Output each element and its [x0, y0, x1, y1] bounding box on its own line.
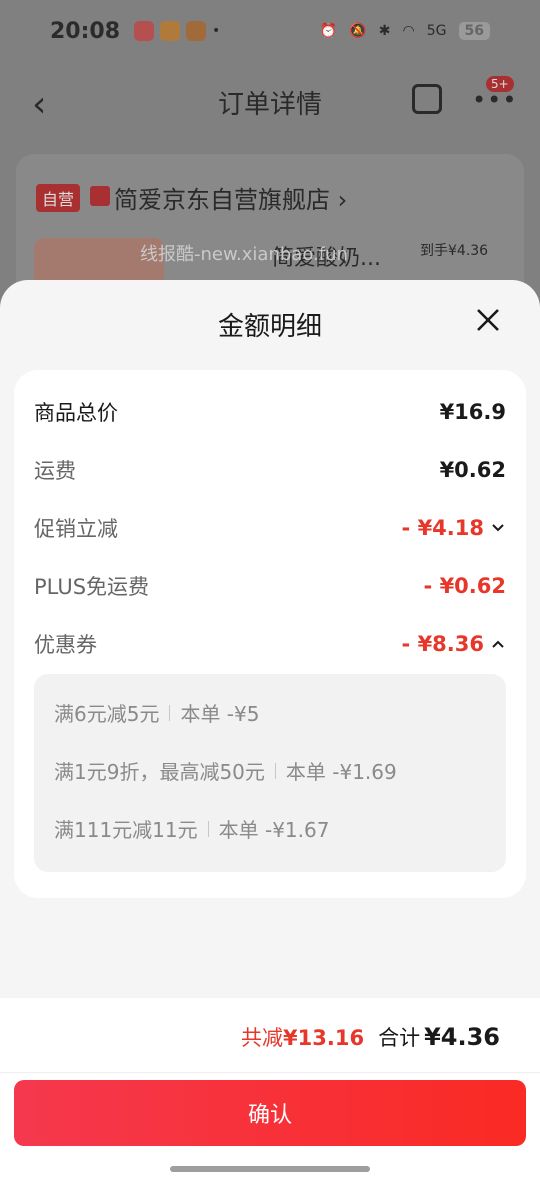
mute-icon: 🔕: [349, 23, 367, 39]
app-notification-icon: [186, 21, 207, 41]
home-indicator[interactable]: [170, 1166, 370, 1172]
coupon-name: 满6元减5元: [54, 702, 160, 726]
confirm-button[interactable]: 确认: [14, 1080, 526, 1146]
row-shipping: 运费 ¥0.62: [34, 450, 506, 490]
coupon-item: 满111元减11元 本单 -¥1.67: [54, 814, 329, 843]
coupon-item: 满1元9折，最高减50元 本单 -¥1.69: [54, 756, 397, 785]
promotion-amount: - ¥4.18: [401, 516, 484, 540]
status-time: 20:08: [50, 18, 121, 44]
coupon-name: 满1元9折，最高减50元: [54, 760, 265, 784]
divider: [169, 704, 171, 721]
more-notifications-dot-icon: •: [212, 23, 221, 39]
row-label: 促销立减: [34, 517, 118, 541]
row-value: ¥0.62: [439, 458, 506, 482]
share-icon[interactable]: [412, 84, 442, 114]
footer-bar: 共减 ¥13.16 合计 ¥4.36 确认: [0, 998, 540, 1186]
app-notification-icon: [160, 21, 181, 41]
row-label: 运费: [34, 459, 76, 483]
saved-value: ¥13.16: [283, 1026, 365, 1050]
store-name-link[interactable]: 简爱京东自营旗舰店 ›: [114, 180, 347, 215]
page-title: 订单详情: [217, 90, 322, 120]
amount-detail-card: 商品总价 ¥16.9 运费 ¥0.62 促销立减 - ¥4.18 PLUS免运费…: [14, 370, 526, 898]
row-promotion[interactable]: 促销立减 - ¥4.18: [34, 508, 506, 548]
alarm-icon: ⏰: [319, 23, 338, 39]
row-value: ¥16.9: [439, 400, 506, 424]
saved-label: 共减: [241, 1026, 284, 1050]
total-summary: 共减 ¥13.16 合计 ¥4.36: [241, 1022, 500, 1052]
close-icon[interactable]: [470, 302, 506, 338]
wifi-icon: ◠: [402, 23, 415, 39]
row-plus-free-shipping: PLUS免运费 - ¥0.62: [34, 566, 506, 606]
divider: [0, 1072, 540, 1073]
coupon-name: 满111元减11元: [54, 818, 198, 842]
row-coupon[interactable]: 优惠券 - ¥8.36: [34, 624, 506, 664]
row-label: PLUS免运费: [34, 575, 150, 599]
status-bar: 20:08 • ⏰ 🔕 ✱ ◠ 5G 56: [0, 0, 540, 62]
status-app-icons: •: [134, 21, 220, 41]
row-label: 优惠券: [34, 633, 97, 657]
app-notification-icon: [134, 21, 155, 41]
coupon-deduction: 本单 -¥1.69: [285, 760, 397, 784]
row-value: - ¥0.62: [423, 574, 506, 598]
coupon-amount: - ¥8.36: [401, 632, 484, 656]
network-label: 5G: [426, 23, 447, 39]
status-indicators: ⏰ 🔕 ✱ ◠ 5G 56: [320, 22, 490, 40]
chevron-down-icon[interactable]: [490, 520, 506, 536]
sheet-title: 金额明细: [217, 312, 322, 342]
divider: [207, 820, 209, 837]
coupon-deduction: 本单 -¥5: [180, 702, 260, 726]
row-value: - ¥4.18: [402, 516, 506, 540]
watermark-text: 线报酷-new.xianbao.fun: [140, 244, 348, 265]
self-operated-tag: 自营: [36, 184, 81, 212]
nav-bar: ‹ 订单详情 ••• 5+: [0, 62, 540, 142]
row-value: - ¥8.36: [402, 632, 506, 656]
sum-label: 合计: [378, 1026, 421, 1050]
bluetooth-icon: ✱: [378, 23, 391, 39]
message-badge: 5+: [486, 76, 514, 92]
row-goods-total: 商品总价 ¥16.9: [34, 392, 506, 432]
row-label: 商品总价: [34, 401, 118, 425]
chevron-up-icon[interactable]: [490, 636, 506, 652]
coupon-item: 满6元减5元 本单 -¥5: [54, 698, 259, 727]
arrive-price: 到手¥4.36: [420, 243, 489, 259]
divider: [274, 762, 276, 779]
coupon-detail-box: 满6元减5元 本单 -¥5 满1元9折，最高减50元 本单 -¥1.69 满11…: [34, 674, 506, 872]
store-logo-icon: [90, 186, 110, 206]
battery-indicator: 56: [458, 22, 490, 40]
sum-value: ¥4.36: [424, 1023, 500, 1051]
coupon-deduction: 本单 -¥1.67: [218, 818, 330, 842]
